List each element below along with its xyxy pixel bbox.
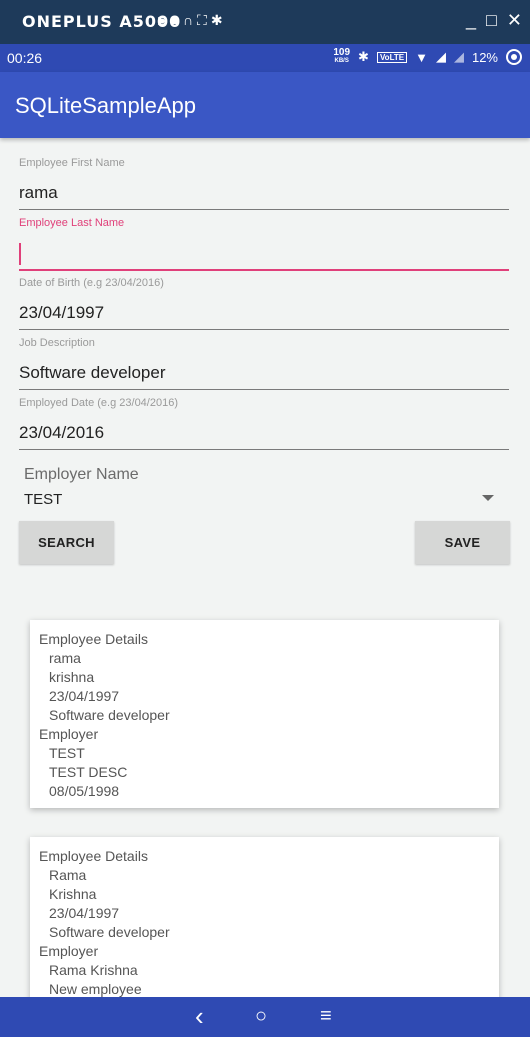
camera-icon[interactable]: ◙ (158, 12, 170, 28)
job-description-underline (19, 389, 509, 390)
settings-icon[interactable]: ✱ (211, 12, 227, 28)
card-header: Employee Details (39, 631, 148, 647)
dob-input[interactable]: 23/04/1997 (19, 303, 509, 325)
video-icon[interactable]: ■ (170, 12, 182, 28)
navigation-bar: ‹ ○ ≡ (0, 997, 530, 1037)
employed-date-label: Employed Date (e.g 23/04/2016) (19, 397, 178, 409)
first-name-field[interactable]: Employee First Name rama (19, 157, 509, 210)
job-description-label: Job Description (19, 337, 95, 349)
volte-icon: VoLTE (376, 51, 408, 63)
last-name-label: Employee Last Name (19, 217, 125, 229)
job-description-field[interactable]: Job Description Software developer (19, 337, 509, 390)
battery-icon (506, 49, 522, 65)
status-icons: 109 KB/S ✱ VoLTE ▼ ◢ ◢ 12% (333, 48, 522, 66)
employed-date-field[interactable]: Employed Date (e.g 23/04/2016) 23/04/201… (19, 397, 509, 450)
status-time: 00:26 (7, 50, 43, 66)
card-employer-date: 08/05/1998 (49, 783, 120, 799)
window-toolbar-icons: ◙■∩⛶✱ (158, 12, 227, 29)
close-icon[interactable]: ✕ (507, 10, 522, 30)
dob-field[interactable]: Date of Birth (e.g 23/04/2016) 23/04/199… (19, 277, 509, 330)
signal-2-icon: ◢ (453, 49, 464, 64)
first-name-underline (19, 209, 509, 210)
last-name-field[interactable]: Employee Last Name (19, 217, 509, 271)
employed-date-underline (19, 449, 509, 450)
app-title: SQLiteSampleApp (15, 93, 196, 118)
back-icon[interactable]: ‹ (195, 1001, 204, 1032)
home-icon[interactable]: ○ (255, 1005, 267, 1028)
employer-name-label: Employer Name (24, 466, 139, 483)
text-cursor (19, 243, 21, 265)
first-name-input[interactable]: rama (19, 183, 509, 205)
card-employer-desc: TEST DESC (49, 764, 128, 780)
card-employer-name: Rama Krishna (49, 962, 138, 978)
employee-card: Employee Details rama krishna 23/04/1997… (30, 620, 499, 808)
employed-date-input[interactable]: 23/04/2016 (19, 423, 509, 445)
window-controls: _ □ ✕ (456, 10, 522, 31)
dob-underline (19, 329, 509, 330)
menu-icon[interactable]: ≡ (320, 1005, 332, 1028)
network-speed-unit: KB/S (334, 58, 349, 64)
battery-text: 12% (471, 49, 498, 65)
dob-label: Date of Birth (e.g 23/04/2016) (19, 277, 164, 289)
employer-selected-value: TEST (24, 491, 63, 508)
card-employer-header: Employer (39, 726, 99, 742)
card-employer-header: Employer (39, 943, 99, 959)
employer-spinner[interactable]: TEST (24, 491, 494, 511)
search-button[interactable]: SEARCH (19, 521, 114, 564)
card-header: Employee Details (39, 848, 148, 864)
signal-icon: ◢ (435, 49, 446, 64)
wifi-icon: ▼ (415, 49, 428, 65)
network-speed: 109 KB/S (333, 48, 350, 66)
card-job: Software developer (49, 707, 170, 723)
card-first-name: rama (49, 650, 81, 666)
save-button[interactable]: SAVE (415, 521, 510, 564)
card-dob: 23/04/1997 (49, 688, 120, 704)
card-last-name: Krishna (49, 886, 97, 902)
dropdown-arrow-icon[interactable] (482, 495, 494, 501)
status-bar: 00:26 109 KB/S ✱ VoLTE ▼ ◢ ◢ 12% (0, 44, 530, 72)
minimize-icon[interactable]: _ (466, 10, 476, 30)
card-employer-name: TEST (49, 745, 85, 761)
fullscreen-icon[interactable]: ⛶ (197, 12, 211, 28)
bluetooth-icon: ✱ (358, 49, 369, 64)
card-last-name: krishna (49, 669, 95, 685)
last-name-underline (19, 269, 509, 271)
app-bar: SQLiteSampleApp (0, 72, 530, 138)
employee-card: Employee Details Rama Krishna 23/04/1997… (30, 837, 499, 1007)
job-description-input[interactable]: Software developer (19, 363, 509, 385)
emulator-window-bar: ONEPLUS A5000 ◙■∩⛶✱ _ □ ✕ (0, 0, 530, 44)
card-dob: 23/04/1997 (49, 905, 120, 921)
card-job: Software developer (49, 924, 170, 940)
card-first-name: Rama (49, 867, 87, 883)
headphones-icon[interactable]: ∩ (183, 12, 197, 28)
first-name-label: Employee First Name (19, 157, 125, 169)
last-name-input[interactable] (19, 243, 509, 265)
maximize-icon[interactable]: □ (486, 10, 497, 30)
